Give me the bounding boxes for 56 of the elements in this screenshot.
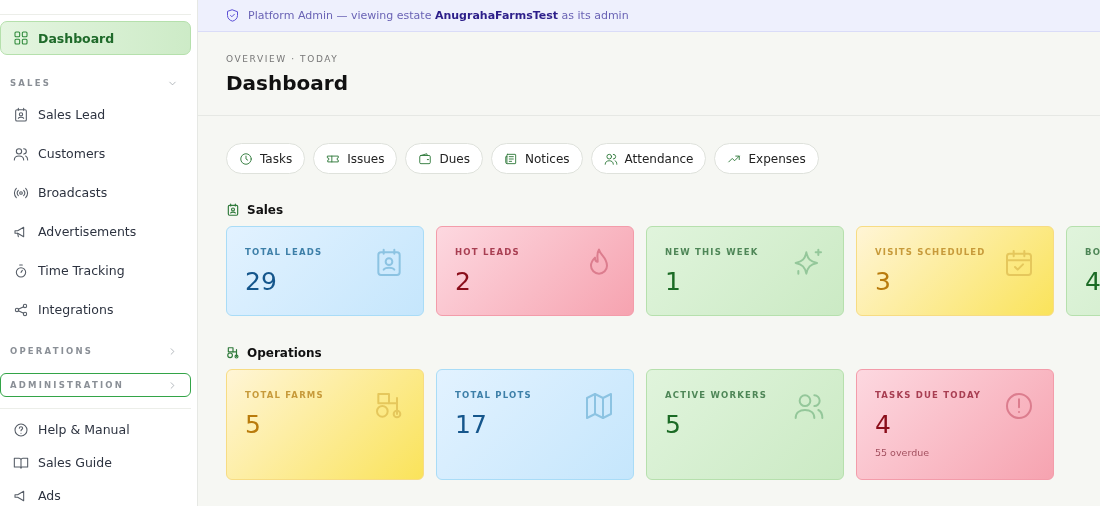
sidebar-item[interactable]: Ads [0, 479, 191, 506]
stat-value: 17 [455, 412, 488, 437]
stat-value: 4 [1085, 269, 1100, 294]
quick-action-button[interactable]: Attendance [590, 143, 707, 174]
section-title: Operations [247, 346, 322, 360]
stat-value: 1 [665, 269, 682, 294]
stat-label: BO [1085, 247, 1100, 257]
stat-label: VISITS SCHEDULED [875, 247, 987, 257]
quick-action-button[interactable]: Tasks [226, 143, 306, 174]
clock-icon [239, 151, 253, 166]
users-icon [13, 145, 29, 162]
sidebar-item[interactable]: Time Tracking [0, 251, 191, 290]
quick-action-button[interactable]: Expenses [714, 143, 819, 174]
stat-label: TOTAL PLOTS [455, 390, 533, 400]
stat-label: TASKS DUE TODAY [875, 390, 983, 400]
stat-value: 3 [875, 269, 892, 294]
tractor-icon [226, 346, 240, 360]
stat-label: NEW THIS WEEK [665, 247, 760, 257]
section-title: Sales [247, 203, 284, 217]
help-icon [13, 421, 29, 438]
stat-label: HOT LEADS [455, 247, 521, 257]
sidebar-item[interactable]: Integrations [0, 290, 191, 329]
quick-action-button[interactable]: Notices [490, 143, 583, 174]
page-title: Dashboard [226, 71, 349, 95]
sidebar-item[interactable]: Customers [0, 134, 191, 173]
quick-action-button[interactable]: Dues [405, 143, 483, 174]
stat-value: 4 [875, 412, 892, 437]
stat-label: TOTAL LEADS [245, 247, 324, 257]
stat-value: 5 [665, 412, 682, 437]
sidebar-item[interactable]: Advertisements [0, 212, 191, 251]
calendar-check-icon [1003, 247, 1035, 279]
shield-check-icon [225, 8, 240, 23]
breadcrumb: OVERVIEW · TODAY [226, 54, 340, 64]
newspaper-icon [503, 151, 518, 166]
grid-icon [13, 30, 29, 46]
users-icon [603, 151, 618, 166]
wallet-icon [418, 151, 433, 166]
alert-circle-icon [1003, 390, 1035, 422]
sidebar-item[interactable]: Broadcasts [0, 173, 191, 212]
stat-value: 2 [455, 269, 472, 294]
sidebar-item[interactable]: Help & Manual [0, 413, 191, 446]
sidebar-item[interactable]: Dashboard [0, 21, 191, 55]
stat-note: 55 overdue [875, 447, 931, 458]
stat-value: 5 [245, 412, 262, 437]
stat-label: ACTIVE WORKERS [665, 390, 769, 400]
contact-card-icon [13, 106, 29, 123]
map-icon [583, 390, 615, 422]
share-icon [13, 301, 29, 318]
banner-text: Platform Admin — viewing estate AnugrahaFarmsTest as its admin [248, 9, 629, 22]
sidebar-item[interactable]: Sales Lead [0, 95, 191, 134]
sidebar-item[interactable]: Sales Guide [0, 446, 191, 479]
contact-card-icon [226, 203, 240, 217]
stat-value: 29 [245, 269, 278, 294]
quick-action-button[interactable]: Issues [313, 143, 398, 174]
stopwatch-icon [13, 262, 29, 279]
stat-label: TOTAL FARMS [245, 390, 325, 400]
